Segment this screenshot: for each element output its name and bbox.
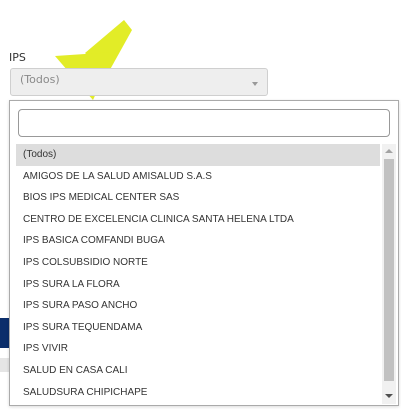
ips-select[interactable]: (Todos)	[10, 68, 268, 96]
dropdown-scrollbar[interactable]	[382, 144, 396, 404]
dropdown-option[interactable]: CENTRO DE EXCELENCIA CLINICA SANTA HELEN…	[16, 209, 380, 231]
dropdown-option[interactable]: IPS BASICA COMFANDI BUGA	[16, 230, 380, 252]
dropdown-option[interactable]: SALUDSURA CHIPICHAPE	[16, 382, 380, 404]
options-list: (Todos) AMIGOS DE LA SALUD AMISALUD S.A.S…	[16, 144, 380, 403]
dropdown-option[interactable]: (Todos)	[16, 144, 380, 166]
dropdown-option[interactable]: SALUD EN CASA CALI	[16, 360, 380, 382]
ips-field-label: IPS	[9, 51, 26, 64]
dropdown-option[interactable]: IPS VIVIR	[16, 338, 380, 360]
dropdown-option[interactable]: IPS SURA TEQUENDAMA	[16, 317, 380, 339]
dropdown-option[interactable]: IPS SURA PASO ANCHO	[16, 295, 380, 317]
ips-dropdown: (Todos) AMIGOS DE LA SALUD AMISALUD S.A.S…	[9, 100, 399, 406]
dropdown-option[interactable]: IPS COLSUBSIDIO NORTE	[16, 252, 380, 274]
ips-select-value: (Todos)	[20, 73, 60, 86]
scrollbar-thumb[interactable]	[384, 159, 394, 381]
chevron-down-icon	[252, 82, 258, 86]
dropdown-option[interactable]: IPS SURA LA FLORA	[16, 274, 380, 296]
dropdown-option[interactable]: AMIGOS DE LA SALUD AMISALUD S.A.S	[16, 166, 380, 188]
scroll-up-icon[interactable]	[385, 149, 393, 153]
dropdown-search-input[interactable]	[18, 109, 390, 137]
scroll-down-icon[interactable]	[385, 394, 393, 398]
dropdown-option[interactable]: BIOS IPS MEDICAL CENTER SAS	[16, 187, 380, 209]
